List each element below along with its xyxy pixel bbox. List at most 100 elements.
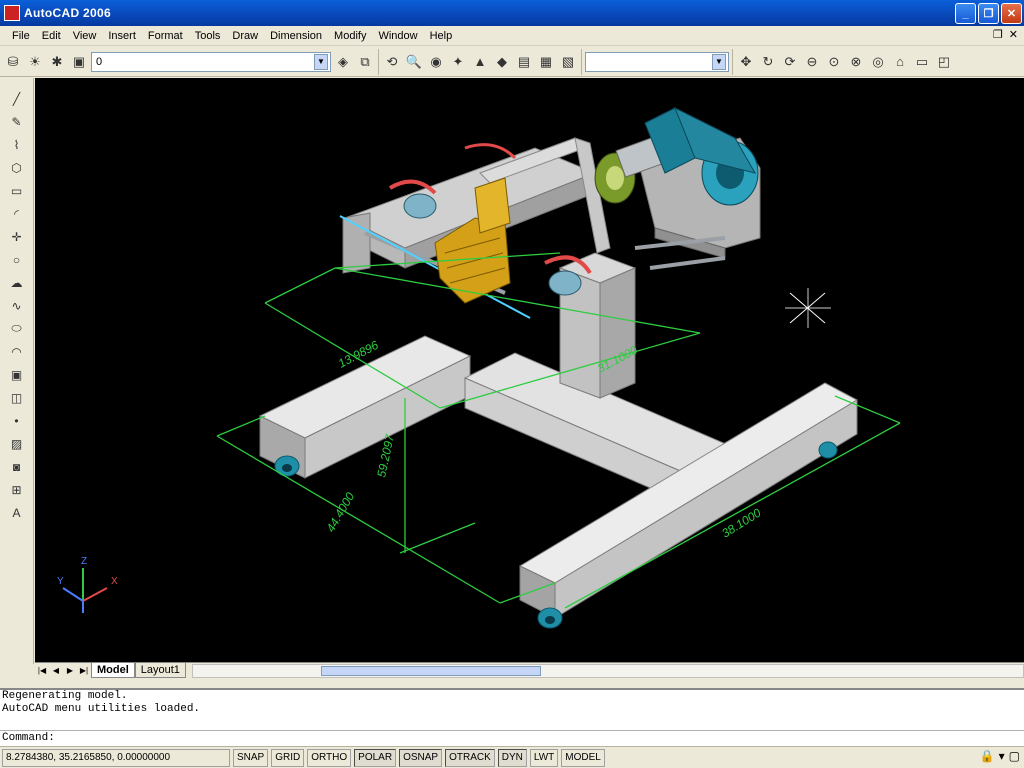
menu-dimension[interactable]: Dimension [264, 30, 328, 42]
layer-combo[interactable]: 0 ▼ [91, 51, 331, 72]
redraw-icon[interactable]: ⟲ [382, 52, 402, 72]
zoom-icon[interactable]: ⊗ [846, 52, 866, 72]
grid-toggle[interactable]: GRID [271, 748, 305, 767]
menu-help[interactable]: Help [424, 30, 459, 42]
render-icon[interactable]: ◉ [426, 52, 446, 72]
status-tray: 🔒 ▾ ▢ [980, 749, 1020, 763]
chevron-down-icon[interactable]: ▼ [314, 53, 328, 70]
revision-cloud-icon[interactable]: ☁ [6, 272, 28, 293]
pan-icon[interactable]: ✥ [736, 52, 756, 72]
command-input[interactable]: Command: [0, 730, 1024, 746]
table-icon[interactable]: ⊞ [6, 479, 28, 500]
line-icon[interactable]: ╱ [6, 88, 28, 109]
maximize-button[interactable]: ❐ [978, 3, 999, 24]
last-tab-icon[interactable]: ▶| [77, 664, 91, 678]
layer-on-icon[interactable]: ☀ [25, 52, 45, 72]
snap-toggle[interactable]: SNAP [233, 748, 269, 767]
spline-icon[interactable]: ∿ [6, 295, 28, 316]
model-drawing: 13.9896 59.2097 31.1000 44.4000 38.1000 … [57, 106, 901, 629]
background-icon[interactable]: ▦ [536, 52, 556, 72]
arc-icon[interactable]: ◜ [6, 203, 28, 224]
tab-model[interactable]: Model [91, 663, 135, 678]
landscape-icon[interactable]: ▤ [514, 52, 534, 72]
drawing-area[interactable]: 13.9896 59.2097 31.1000 44.4000 38.1000 … [35, 78, 1024, 662]
clip-icon[interactable]: ◎ [868, 52, 888, 72]
menu-window[interactable]: Window [372, 30, 423, 42]
dyn-toggle[interactable]: DYN [497, 748, 527, 767]
minimize-button[interactable]: _ [955, 3, 976, 24]
ellipse-arc-icon[interactable]: ◠ [6, 341, 28, 362]
adjust-distance-icon[interactable]: ⊙ [824, 52, 844, 72]
polyline-icon[interactable]: ⌇ [6, 134, 28, 155]
communication-center-icon[interactable]: 🔒 [980, 749, 995, 763]
polar-toggle[interactable]: POLAR [354, 748, 397, 767]
light-icon[interactable]: ✦ [448, 52, 468, 72]
menu-format[interactable]: Format [142, 30, 189, 42]
draw-toolbar: ╱ ✎ ⌇ ⬡ ▭ ◜ ✛ ○ ☁ ∿ ⬭ ◠ ▣ ◫ • ▨ ◙ ⊞ A [0, 78, 34, 664]
3d-orbit-icon[interactable]: ↻ [758, 52, 778, 72]
menu-view[interactable]: View [67, 30, 103, 42]
menu-modify[interactable]: Modify [328, 30, 372, 42]
fog-icon[interactable]: ▧ [558, 52, 578, 72]
bearing-left [403, 193, 437, 219]
swivel-icon[interactable]: ⊖ [802, 52, 822, 72]
bearing-right [548, 270, 582, 296]
menu-insert[interactable]: Insert [102, 30, 142, 42]
rectangle-icon[interactable]: ▭ [6, 180, 28, 201]
coordinate-display[interactable]: 8.2784380, 35.2165850, 0.00000000 [2, 748, 230, 767]
insert-block-icon[interactable]: ▣ [6, 364, 28, 385]
zoom-realtime-icon[interactable]: 🔍 [404, 52, 424, 72]
autocad-logo-icon[interactable] [4, 5, 20, 21]
layer-freeze-icon[interactable]: ✱ [47, 52, 67, 72]
make-block-icon[interactable]: ◫ [6, 387, 28, 408]
ucs-icon: Z Y X [57, 556, 118, 613]
dimension-4: 44.4000 [323, 490, 357, 535]
region-icon[interactable]: ◙ [6, 456, 28, 477]
menu-edit[interactable]: Edit [36, 30, 67, 42]
circle-icon[interactable]: ○ [6, 249, 28, 270]
clean-screen-icon[interactable]: ▢ [1009, 749, 1020, 763]
horizontal-scrollbar[interactable] [191, 663, 1024, 678]
menu-file[interactable]: File [6, 30, 36, 42]
doc-restore-icon[interactable]: ❐ [993, 28, 1003, 41]
construction-line-icon[interactable]: ✎ [6, 111, 28, 132]
menu-draw[interactable]: Draw [226, 30, 264, 42]
multiline-text-icon[interactable]: A [6, 502, 28, 523]
make-current-layer-icon[interactable]: ◈ [333, 52, 353, 72]
polygon-icon[interactable]: ⬡ [6, 157, 28, 178]
ortho-toggle[interactable]: ORTHO [307, 748, 352, 767]
chevron-down-icon[interactable]: ▼ [712, 53, 726, 70]
doc-close-icon[interactable]: ✕ [1009, 28, 1018, 41]
standard-toolbar: ⛁ ☀ ✱ ▣ 0 ▼ ◈ ⧉ ⟲ 🔍 ◉ ✦ ▲ ◆ ▤ ▦ ▧ ▼ ✥ ↻ … [0, 47, 1024, 77]
style-combo[interactable]: ▼ [585, 51, 729, 72]
layer-manager-icon[interactable]: ⛁ [3, 52, 23, 72]
view-front-icon[interactable]: ▭ [912, 52, 932, 72]
material-icon[interactable]: ◆ [492, 52, 512, 72]
lwt-toggle[interactable]: LWT [529, 748, 559, 767]
first-tab-icon[interactable]: |◀ [35, 664, 49, 678]
move-icon[interactable]: ✛ [6, 226, 28, 247]
ellipse-icon[interactable]: ⬭ [6, 318, 28, 339]
tab-layout1[interactable]: Layout1 [134, 663, 186, 678]
title-bar: AutoCAD 2006 _ ❐ ✕ [0, 0, 1024, 26]
prev-tab-icon[interactable]: ◀ [49, 664, 63, 678]
status-menu-icon[interactable]: ▾ [999, 749, 1005, 763]
layer-combo-value: 0 [96, 55, 103, 68]
close-button[interactable]: ✕ [1001, 3, 1022, 24]
osnap-toggle[interactable]: OSNAP [399, 748, 443, 767]
otrack-toggle[interactable]: OTRACK [445, 748, 495, 767]
layer-lock-icon[interactable]: ▣ [69, 52, 89, 72]
next-tab-icon[interactable]: ▶ [63, 664, 77, 678]
scrollbar-thumb[interactable] [320, 665, 541, 676]
model-toggle[interactable]: MODEL [561, 748, 605, 767]
menu-tools[interactable]: Tools [189, 30, 227, 42]
view-iso-icon[interactable]: ◰ [934, 52, 954, 72]
scene-icon[interactable]: ▲ [470, 52, 490, 72]
ucs-z-label: Z [81, 556, 87, 567]
hatch-icon[interactable]: ▨ [6, 433, 28, 454]
camera-icon[interactable]: ⌂ [890, 52, 910, 72]
status-bar: 8.2784380, 35.2165850, 0.00000000 SNAP G… [0, 746, 1024, 768]
layer-previous-icon[interactable]: ⧉ [355, 52, 375, 72]
point-icon[interactable]: • [6, 410, 28, 431]
continuous-orbit-icon[interactable]: ⟳ [780, 52, 800, 72]
